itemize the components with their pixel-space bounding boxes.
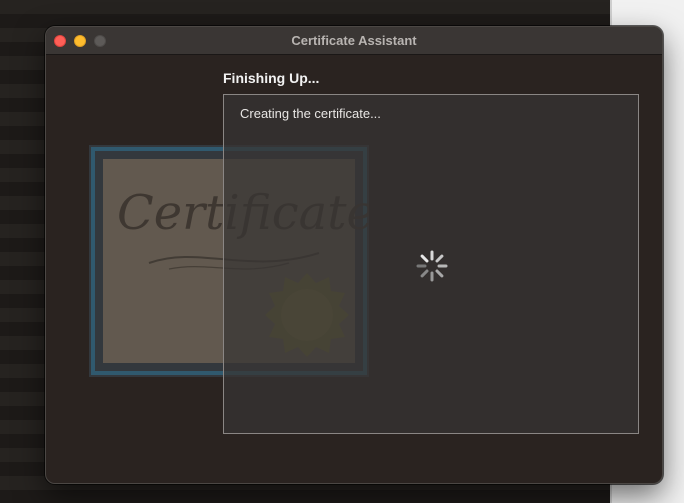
spinner-icon bbox=[416, 250, 448, 282]
status-text: Creating the certificate... bbox=[240, 106, 381, 121]
title-bar[interactable]: Certificate Assistant bbox=[46, 27, 662, 55]
window-title: Certificate Assistant bbox=[291, 33, 417, 48]
progress-panel: Creating the certificate... bbox=[223, 94, 639, 434]
page-heading: Finishing Up... bbox=[223, 70, 320, 86]
certificate-assistant-window: Certificate Assistant Certificate Finish… bbox=[45, 26, 663, 484]
